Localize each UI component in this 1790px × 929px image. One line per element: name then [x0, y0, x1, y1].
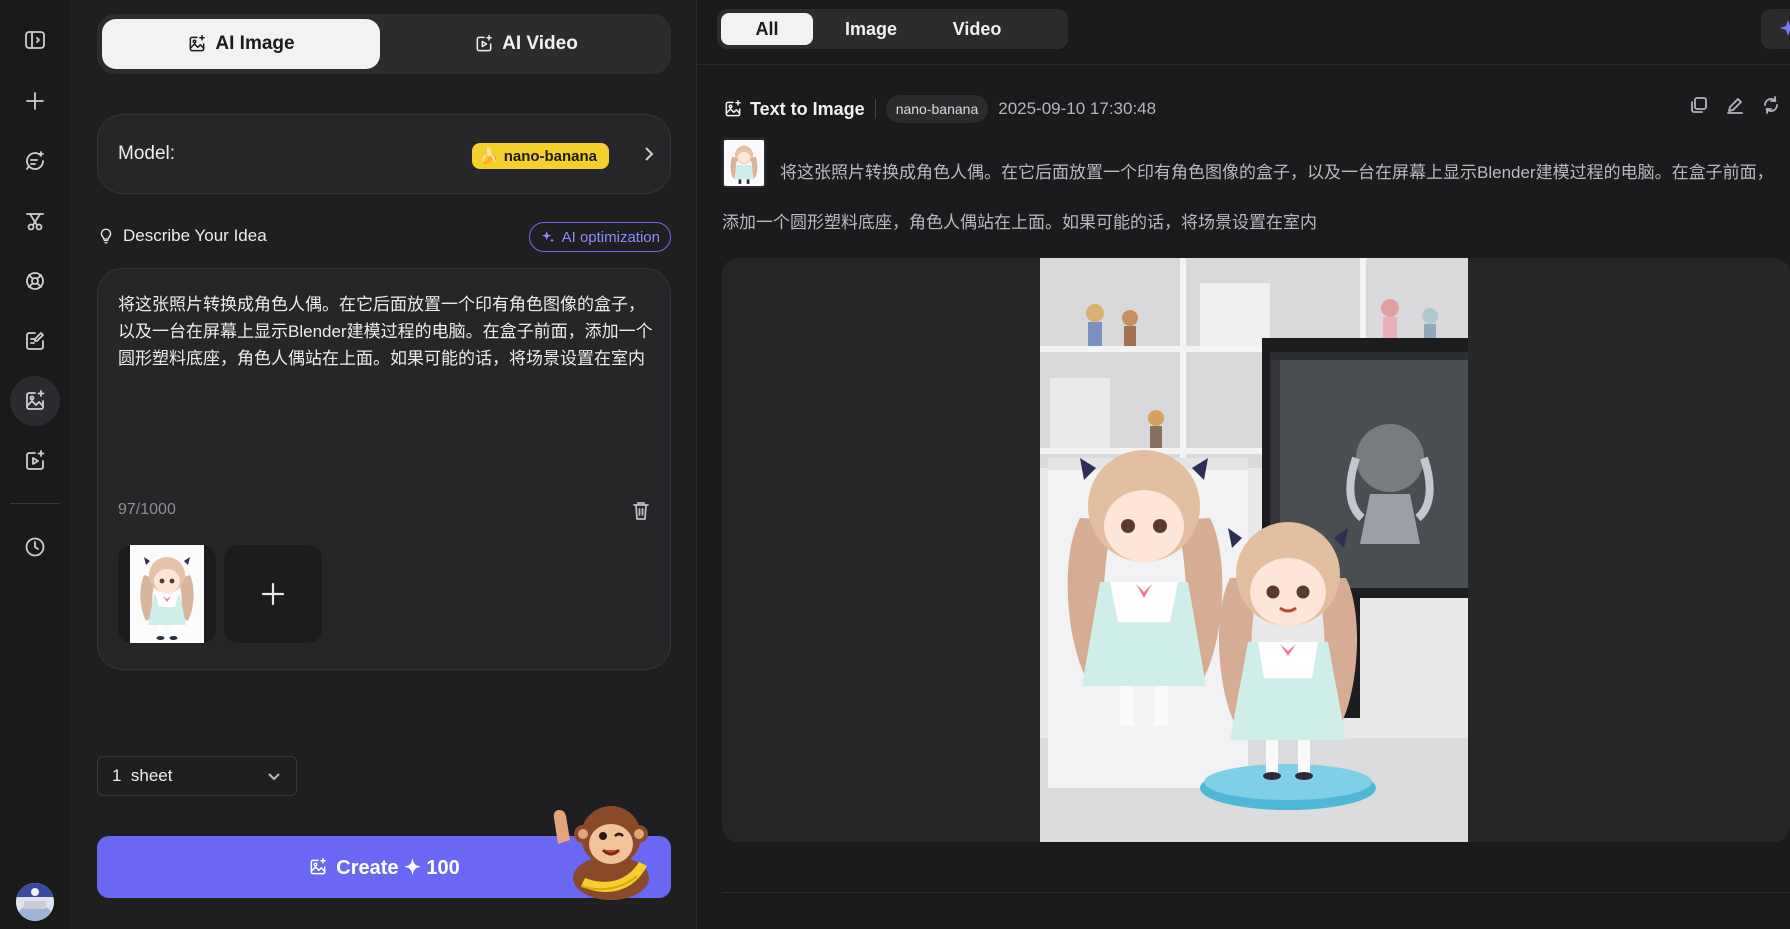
reference-image-thumb[interactable]: [118, 545, 216, 643]
edit-icon[interactable]: [1726, 96, 1744, 114]
image-sparkle-icon: [189, 34, 206, 52]
sheet-count-value: 1 sheet: [112, 766, 173, 785]
entry-prompt: 将这张照片转换成角色人偶。在它后面放置一个印有角色图像的盒子，以及一台在屏幕上显…: [722, 163, 1774, 232]
sheet-count-select[interactable]: 1 sheet: [97, 756, 297, 796]
entry-header: Text to Image nano-banana 2025-09-10 17:…: [723, 94, 1156, 124]
video-sparkle-icon: [476, 34, 492, 52]
scissors-icon[interactable]: [10, 196, 60, 246]
chevron-right-icon: [640, 145, 658, 163]
chevron-down-icon: [268, 773, 280, 781]
ai-video-label: AI Video: [502, 33, 578, 54]
ai-image-label: AI Image: [215, 33, 295, 54]
results-area: All Image Video Text to Image nano-banan…: [697, 0, 1790, 929]
add-image-button[interactable]: [224, 545, 322, 643]
sparkle-icon: [541, 231, 554, 243]
describe-row: Describe Your Idea AI optimization: [97, 222, 671, 254]
chat-sparkle-icon[interactable]: [10, 136, 60, 186]
results-divider: [722, 892, 1790, 893]
result-card: [722, 258, 1790, 842]
edit-image-icon[interactable]: [10, 316, 60, 366]
model-selector[interactable]: Model: 🍌 nano-banana: [97, 114, 671, 194]
entry-model-chip: nano-banana: [885, 95, 989, 123]
model-label: Model:: [118, 143, 176, 164]
filter-tabs: All Image Video: [717, 9, 1068, 49]
ai-video-tab[interactable]: AI Video: [387, 19, 665, 69]
filter-tab-video[interactable]: Video: [931, 13, 1023, 45]
reference-image: [130, 545, 204, 643]
prompt-card: 将这张照片转换成角色人偶。在它后面放置一个印有角色图像的盒子，以及一台在屏幕上显…: [97, 268, 671, 670]
banana-icon: 🍌: [480, 148, 499, 165]
sidebar-divider: [10, 503, 60, 504]
lightbulb-icon: [100, 228, 112, 244]
monkey-mascot-icon: [553, 806, 649, 900]
panel-toggle-icon[interactable]: [10, 15, 60, 65]
copy-icon[interactable]: [1690, 96, 1708, 114]
char-count: 97/1000: [118, 501, 176, 518]
filter-tab-image[interactable]: Image: [825, 13, 917, 45]
image-sparkle-icon: [725, 99, 741, 117]
avatar[interactable]: [16, 883, 54, 921]
sparkle-icon: [1780, 20, 1790, 36]
model-badge: 🍌 nano-banana: [472, 143, 610, 169]
video-icon[interactable]: [10, 436, 60, 486]
image-icon[interactable]: [10, 376, 60, 426]
mode-toggle: AI Image AI Video: [97, 14, 671, 74]
generated-image[interactable]: [1040, 258, 1468, 842]
refresh-icon[interactable]: [1762, 96, 1780, 114]
sparkle-action-button[interactable]: [1761, 9, 1790, 49]
header-divider: [697, 64, 1790, 65]
generation-panel: AI Image AI Video Model: 🍌 nano-banana D…: [71, 0, 697, 929]
filter-tab-all[interactable]: All: [721, 13, 813, 45]
sidebar: [0, 0, 71, 929]
prompt-textarea[interactable]: 将这张照片转换成角色人偶。在它后面放置一个印有角色图像的盒子，以及一台在屏幕上显…: [118, 291, 654, 372]
create-label: Create ✦ 100: [336, 856, 460, 879]
entry-type: Text to Image: [723, 99, 865, 120]
model-badge-label: nano-banana: [503, 147, 598, 165]
describe-label: Describe Your Idea: [97, 226, 267, 246]
plus-icon: [261, 582, 285, 606]
entry-timestamp: 2025-09-10 17:30:48: [998, 99, 1157, 118]
image-sparkle-icon: [310, 857, 327, 875]
ai-optimization-button[interactable]: AI optimization: [528, 222, 671, 252]
describe-label-text: Describe Your Idea: [123, 226, 267, 245]
separator: [874, 99, 876, 119]
ai-image-tab[interactable]: AI Image: [102, 19, 380, 69]
trash-icon[interactable]: [632, 501, 650, 521]
plus-icon[interactable]: [10, 76, 60, 126]
entry-type-label: Text to Image: [750, 98, 865, 119]
ai-optimization-label: AI optimization: [561, 228, 660, 246]
grid-icon[interactable]: [10, 256, 60, 306]
entry-actions: [1690, 96, 1780, 114]
history-icon[interactable]: [10, 522, 60, 572]
